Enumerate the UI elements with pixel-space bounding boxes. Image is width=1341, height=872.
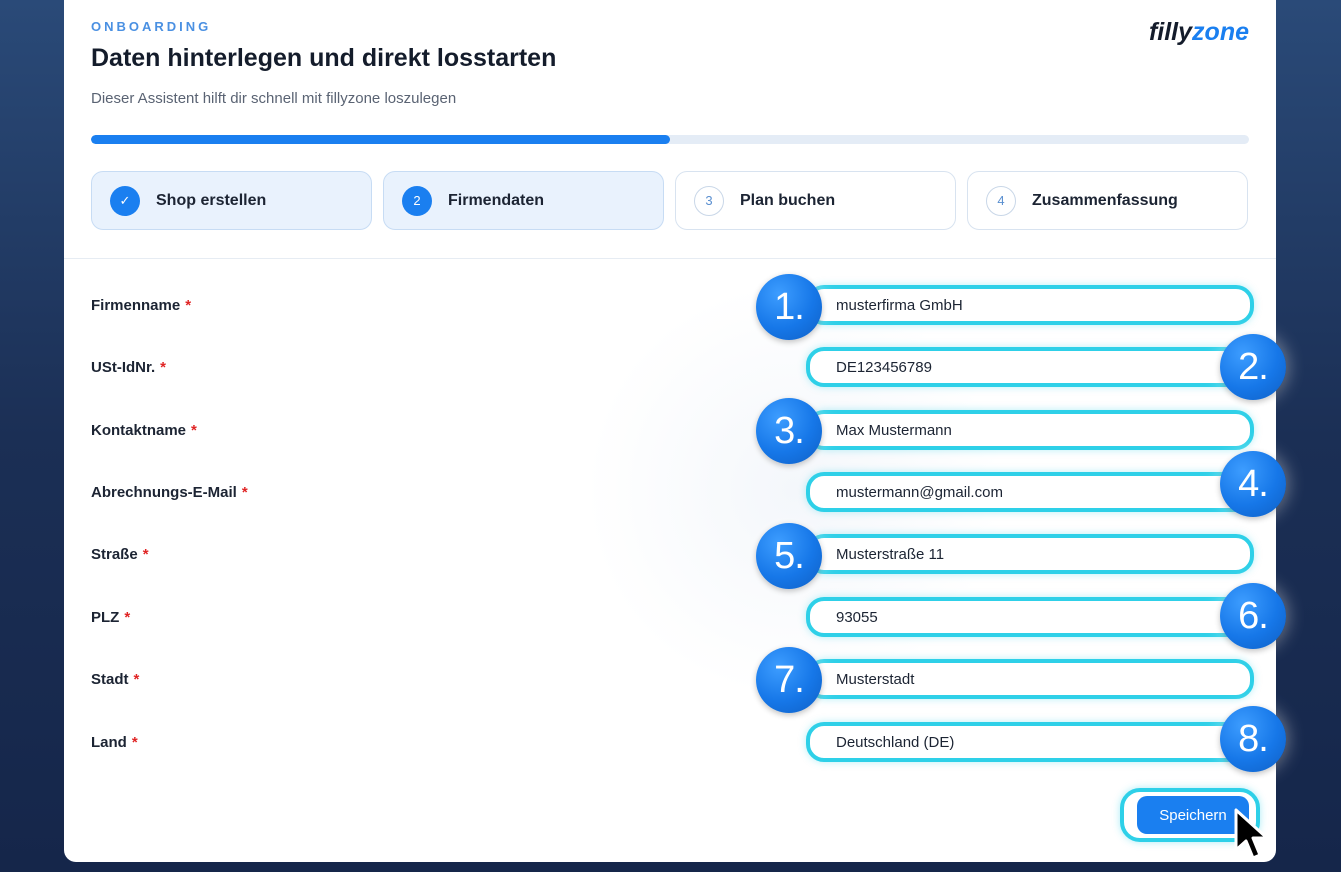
- fillyzone-logo: fillyzone: [1149, 18, 1249, 47]
- label-firmenname: Firmenname *: [91, 297, 191, 314]
- plz-input[interactable]: [816, 601, 1236, 633]
- step-firmendaten[interactable]: 2 Firmendaten: [383, 171, 664, 230]
- label-text: Firmenname: [91, 297, 181, 314]
- ust-idnr-input[interactable]: [816, 351, 1236, 383]
- step-label: Zusammenfassung: [1032, 191, 1178, 209]
- marker-3: 3.: [756, 398, 822, 464]
- step-shop-erstellen[interactable]: ✓ Shop erstellen: [91, 171, 372, 230]
- page-title: Daten hinterlegen und direkt losstarten: [91, 44, 557, 72]
- marker-2: 2.: [1220, 334, 1286, 400]
- stadt-field: [806, 659, 1254, 699]
- logo-text-part1: filly: [1148, 18, 1193, 46]
- section-divider: [64, 258, 1276, 259]
- step-number-badge: 2: [402, 185, 432, 216]
- marker-7: 7.: [756, 647, 822, 713]
- label-text: Abrechnungs-E-Mail: [91, 484, 237, 501]
- required-mark: *: [185, 297, 192, 314]
- mouse-cursor-icon: [1234, 808, 1269, 860]
- label-text: Land: [91, 734, 127, 751]
- strasse-field: [806, 534, 1254, 574]
- step-label: Firmendaten: [448, 191, 545, 209]
- required-mark: *: [241, 484, 248, 501]
- email-input[interactable]: [816, 476, 1236, 508]
- ust-idnr-field: [806, 347, 1254, 387]
- eyebrow-label: ONBOARDING: [91, 19, 212, 34]
- label-text: PLZ: [91, 609, 120, 626]
- firmenname-field: [806, 285, 1254, 325]
- label-land: Land *: [91, 734, 138, 751]
- required-mark: *: [131, 734, 138, 751]
- page-subtitle: Dieser Assistent hilft dir schnell mit f…: [91, 90, 457, 107]
- stepper: ✓ Shop erstellen 2 Firmendaten 3 Plan bu…: [91, 171, 1249, 233]
- progress-fill: [91, 135, 670, 144]
- strasse-input[interactable]: [816, 538, 1236, 570]
- label-ust-idnr: USt-IdNr. *: [91, 359, 166, 376]
- stadt-input[interactable]: [816, 663, 1236, 695]
- required-mark: *: [191, 422, 197, 439]
- marker-8: 8.: [1220, 706, 1286, 772]
- progress-bar: [91, 135, 1249, 144]
- marker-4: 4.: [1220, 451, 1286, 517]
- label-kontaktname: Kontaktname *: [91, 422, 197, 439]
- step-label: Plan buchen: [740, 191, 836, 209]
- required-mark: *: [133, 671, 140, 688]
- marker-5: 5.: [756, 523, 822, 589]
- required-mark: *: [160, 359, 167, 376]
- marker-6: 6.: [1220, 583, 1286, 649]
- step-number-badge: 3: [694, 185, 724, 216]
- label-abrechnungs-email: Abrechnungs-E-Mail *: [91, 484, 248, 501]
- label-text: Stadt: [91, 671, 129, 688]
- firmenname-input[interactable]: [816, 289, 1236, 321]
- required-mark: *: [124, 609, 131, 626]
- step-label: Shop erstellen: [156, 191, 267, 209]
- step-plan-buchen[interactable]: 3 Plan buchen: [675, 171, 956, 230]
- required-mark: *: [142, 546, 149, 563]
- kontaktname-field: [806, 410, 1254, 450]
- label-plz: PLZ *: [91, 609, 130, 626]
- checkmark-icon: ✓: [110, 185, 140, 216]
- land-field: [806, 722, 1254, 762]
- label-stadt: Stadt *: [91, 671, 139, 688]
- label-text: Kontaktname: [91, 422, 187, 439]
- plz-field: [806, 597, 1254, 637]
- step-zusammenfassung[interactable]: 4 Zusammenfassung: [967, 171, 1248, 230]
- email-field: [806, 472, 1254, 512]
- marker-1: 1.: [756, 274, 822, 340]
- label-strasse: Straße *: [91, 546, 149, 563]
- step-number-badge: 4: [986, 185, 1016, 216]
- label-text: Straße: [91, 546, 138, 563]
- kontaktname-input[interactable]: [816, 414, 1236, 446]
- logo-text-part2: zone: [1192, 18, 1249, 46]
- label-text: USt-IdNr.: [91, 359, 156, 376]
- land-select[interactable]: [816, 726, 1236, 758]
